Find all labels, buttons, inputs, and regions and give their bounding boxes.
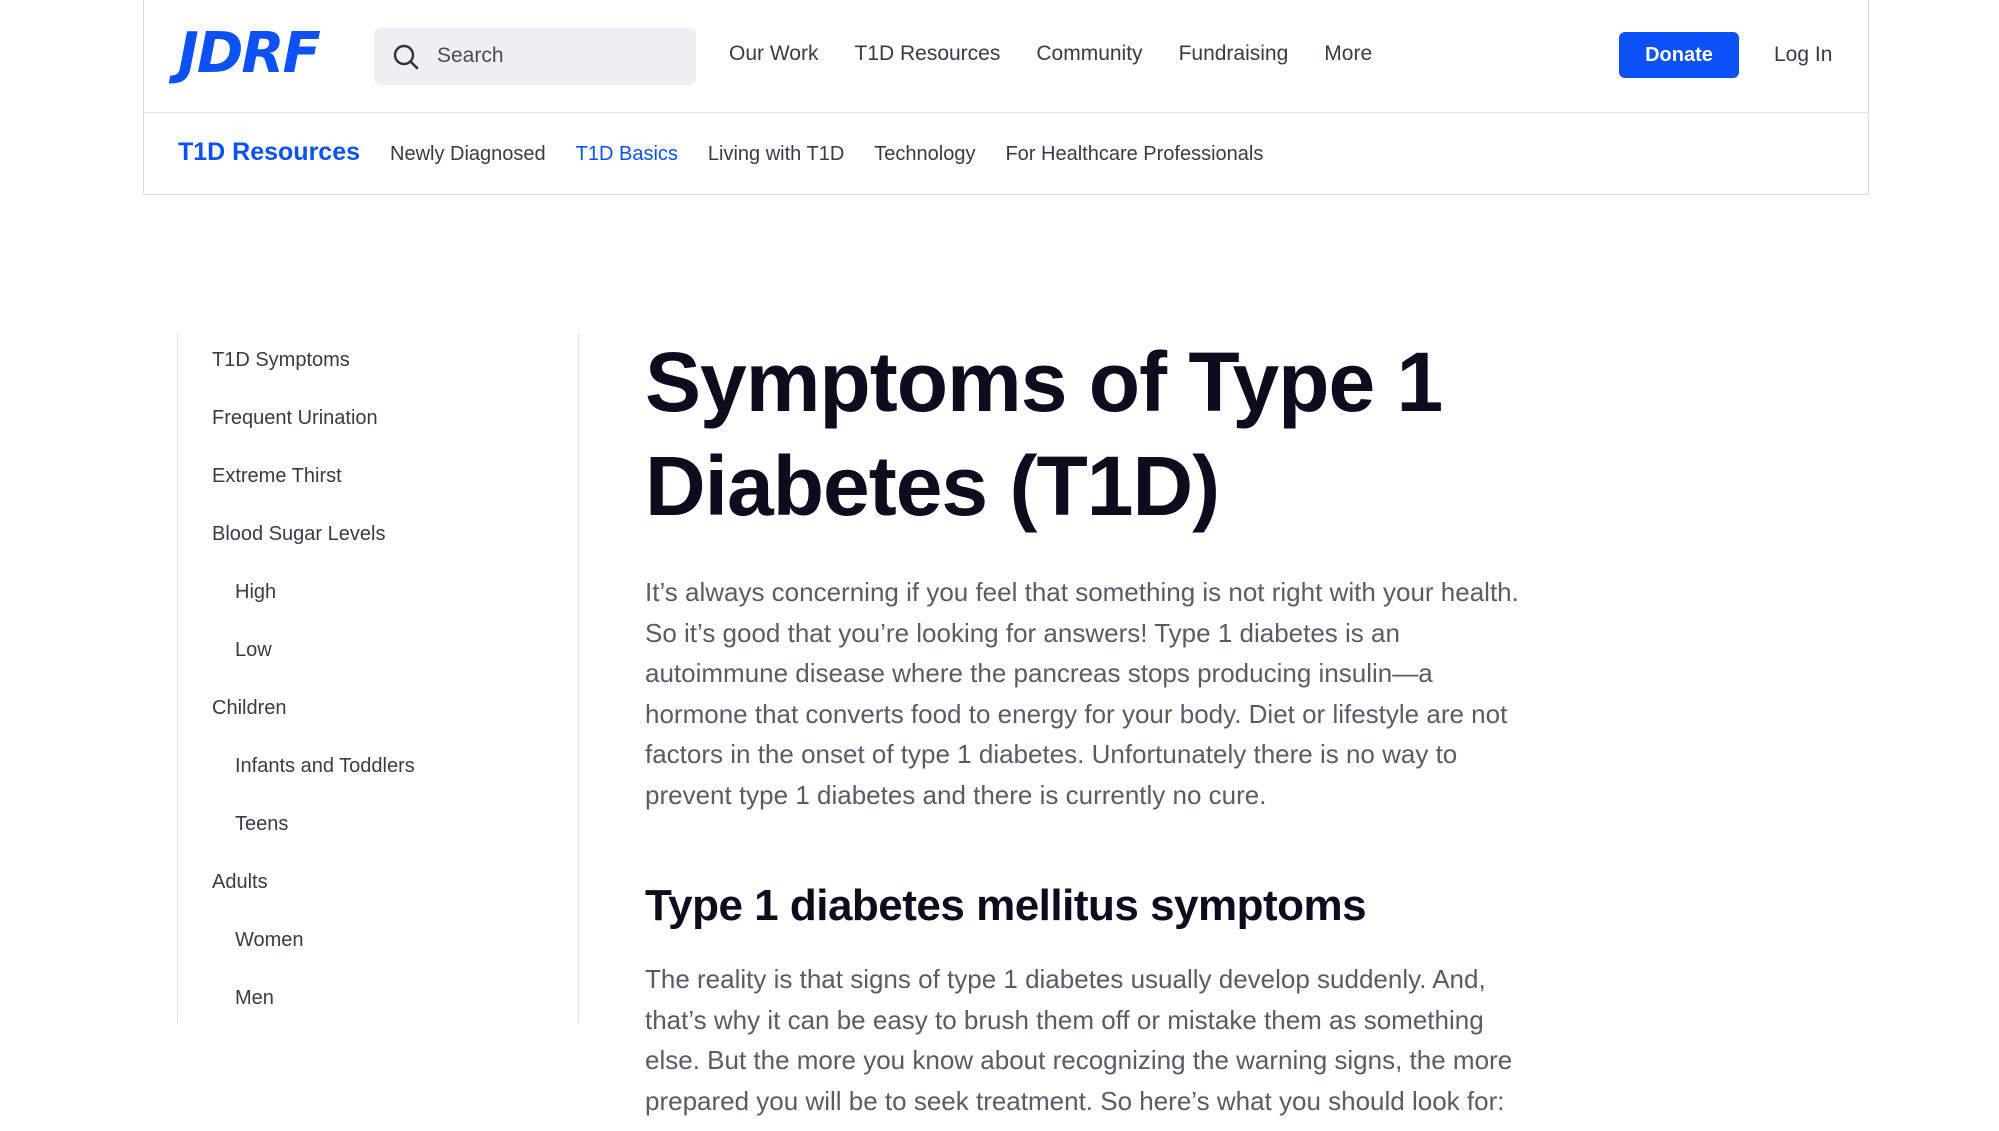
nav-our-work[interactable]: Our Work — [729, 42, 818, 66]
page-title: Symptoms of Type 1 Diabetes (T1D) — [645, 330, 1585, 538]
donate-button[interactable]: Donate — [1619, 32, 1739, 78]
sidebar-item-infants-toddlers[interactable]: Infants and Toddlers — [235, 755, 415, 778]
search-placeholder: Search — [437, 44, 504, 67]
nav-more[interactable]: More — [1324, 42, 1372, 66]
sidebar-item-low[interactable]: Low — [235, 639, 272, 662]
section-heading: Type 1 diabetes mellitus symptoms — [645, 881, 1367, 930]
subnav-newly-diagnosed[interactable]: Newly Diagnosed — [390, 143, 546, 166]
main-nav: Our Work T1D Resources Community Fundrai… — [729, 42, 1408, 66]
paragraph-line: prepared you will be to seek treatment. … — [645, 1085, 1505, 1116]
page-title-line: Diabetes (T1D) — [645, 439, 1220, 533]
section-nav-title[interactable]: T1D Resources — [178, 138, 360, 167]
paragraph-line: that’s why it can be easy to brush them … — [645, 1004, 1484, 1035]
sidebar-item-adults[interactable]: Adults — [212, 871, 268, 894]
paragraph-line: factors in the onset of type 1 diabetes.… — [645, 739, 1458, 769]
paragraph-line: It’s always concerning if you feel that … — [645, 577, 1519, 607]
sidebar-item-frequent-urination[interactable]: Frequent Urination — [212, 407, 378, 430]
paragraph-line: hormone that converts food to energy for… — [645, 698, 1508, 729]
paragraph-line: The reality is that signs of type 1 diab… — [645, 964, 1486, 994]
subnav-healthcare-professionals[interactable]: For Healthcare Professionals — [1005, 143, 1263, 166]
subnav-technology[interactable]: Technology — [874, 143, 975, 166]
sidebar-item-t1d-symptoms[interactable]: T1D Symptoms — [212, 349, 350, 372]
sidebar-item-children[interactable]: Children — [212, 697, 286, 720]
section-nav: T1D Resources Newly Diagnosed T1D Basics… — [178, 138, 1293, 167]
sidebar-item-extreme-thirst[interactable]: Extreme Thirst — [212, 465, 342, 488]
intro-paragraph: It’s always concerning if you feel that … — [645, 572, 1585, 815]
sidebar-item-high[interactable]: High — [235, 581, 276, 604]
sidebar-item-women[interactable]: Women — [235, 929, 304, 952]
sidebar-item-teens[interactable]: Teens — [235, 813, 288, 836]
sidebar-item-blood-sugar-levels[interactable]: Blood Sugar Levels — [212, 523, 385, 546]
sidebar-item-men[interactable]: Men — [235, 987, 274, 1010]
jdrf-logo[interactable]: JDRF — [178, 24, 321, 84]
nav-fundraising[interactable]: Fundraising — [1179, 42, 1289, 66]
subnav-t1d-basics[interactable]: T1D Basics — [576, 143, 678, 166]
section-paragraph: The reality is that signs of type 1 diab… — [645, 959, 1585, 1121]
page-title-line: Symptoms of Type 1 — [645, 335, 1443, 429]
paragraph-line: else. But the more you know about recogn… — [645, 1045, 1513, 1075]
site-header: JDRF Search Our Work T1D Resources Commu… — [143, 0, 1869, 195]
paragraph-line: So it’s good that you’re looking for ans… — [645, 617, 1400, 648]
nav-community[interactable]: Community — [1036, 42, 1142, 66]
paragraph-line: autoimmune disease where the pancreas st… — [645, 658, 1433, 688]
paragraph-line: prevent type 1 diabetes and there is cur… — [645, 779, 1267, 810]
top-bar: JDRF Search Our Work T1D Resources Commu… — [144, 0, 1868, 113]
subnav-living-with-t1d[interactable]: Living with T1D — [708, 143, 844, 166]
login-link[interactable]: Log In — [1774, 43, 1832, 67]
search-input[interactable]: Search — [374, 28, 696, 85]
nav-t1d-resources[interactable]: T1D Resources — [854, 42, 1000, 66]
sidebar-toc: T1D Symptoms Frequent Urination Extreme … — [177, 333, 579, 1023]
article: Symptoms of Type 1 Diabetes (T1D) It’s a… — [645, 330, 1585, 1121]
search-icon — [393, 44, 419, 70]
